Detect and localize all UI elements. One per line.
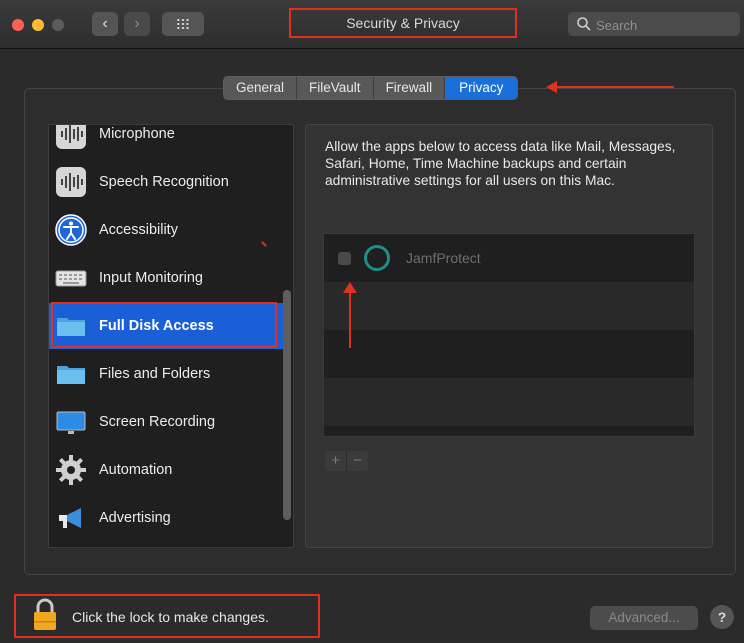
speech-recognition-icon [56,167,86,197]
sidebar-item-automation[interactable]: Automation [49,447,285,493]
gear-icon [56,455,86,485]
grid-icon [176,18,190,30]
annotation-arrow-tab [546,81,674,93]
sidebar-item-label: Advertising [99,510,171,526]
window-title: Security & Privacy [346,15,460,31]
app-checkbox[interactable] [338,252,351,265]
jamfprotect-icon [364,245,390,271]
add-remove-control: + − [325,451,368,471]
advanced-button[interactable]: Advanced... [590,606,698,630]
add-app-button[interactable]: + [325,451,347,471]
tab-filevault[interactable]: FileVault [297,77,374,99]
display-icon [56,411,86,434]
window-title-highlight: Security & Privacy [289,8,517,38]
sidebar-scrollbar[interactable] [283,290,291,520]
sidebar-item-speech-recognition[interactable]: Speech Recognition [49,159,285,205]
keyboard-icon [55,270,87,287]
app-list: JamfProtect [323,233,695,437]
tab-bar: General FileVault Firewall Privacy [223,76,519,100]
list-item[interactable]: JamfProtect [324,234,694,282]
megaphone-icon [59,508,81,528]
list-item [324,330,694,378]
list-item [324,282,694,330]
close-window-button[interactable] [12,19,24,31]
tab-firewall[interactable]: Firewall [374,77,446,99]
search-field[interactable] [568,12,740,36]
sidebar-item-input-monitoring[interactable]: Input Monitoring [49,255,285,301]
forward-button[interactable]: › [124,12,150,36]
sidebar-item-label: Input Monitoring [99,270,203,286]
app-name: JamfProtect [406,250,481,266]
lock-icon[interactable] [32,598,58,632]
folder-icon [57,366,85,384]
search-icon [577,17,591,31]
show-all-button[interactable] [162,12,204,36]
search-input[interactable] [594,14,738,36]
sidebar-item-files-and-folders[interactable]: Files and Folders [49,351,285,397]
lock-message[interactable]: Click the lock to make changes. [72,598,269,636]
minimize-window-button[interactable] [32,19,44,31]
sidebar-item-label: Files and Folders [99,366,211,382]
sidebar-item-advertising[interactable]: Advertising [49,495,285,541]
tab-general[interactable]: General [224,77,298,99]
help-button[interactable]: ? [710,605,734,629]
sidebar-item-label: Screen Recording [99,414,216,430]
back-button[interactable]: ‹ [92,12,118,36]
selection-highlight [51,302,277,348]
microphone-icon [56,125,86,149]
annotation-arrow-checkbox [343,282,357,348]
title-bar: ‹ › Security & Privacy [0,0,744,49]
remove-app-button[interactable]: − [347,451,368,471]
full-disk-access-description: Allow the apps below to access data like… [325,139,676,188]
sidebar-item-label: Accessibility [99,222,178,238]
tab-privacy[interactable]: Privacy [445,77,518,99]
zoom-window-button[interactable] [52,19,64,31]
sidebar-item-microphone[interactable]: Microphone [49,125,285,157]
security-privacy-window: ‹ › Security & Privacy General FileVault… [0,0,744,643]
sidebar-item-label: Speech Recognition [99,174,229,190]
sidebar-item-label: Microphone [99,126,175,142]
accessibility-icon [55,214,87,246]
list-item [324,378,694,426]
sidebar-item-screen-recording[interactable]: Screen Recording [49,399,285,445]
sidebar-item-label: Automation [99,462,173,478]
sidebar-item-accessibility[interactable]: Accessibility [49,207,285,253]
